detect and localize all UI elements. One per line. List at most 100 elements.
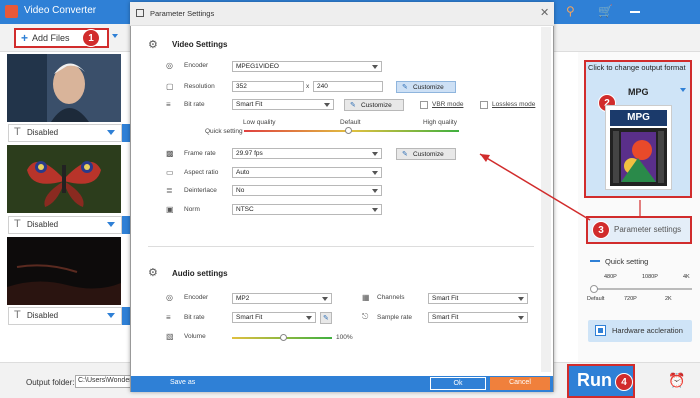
vbr-checkbox[interactable] (420, 101, 428, 109)
q-480-label: 480P (604, 274, 617, 280)
channels-value: Smart Fit (432, 295, 459, 302)
samplerate-select[interactable]: Smart Fit (428, 312, 528, 323)
audio-settings-heading: Audio settings (172, 269, 228, 278)
app-logo-icon (5, 5, 18, 18)
customize-label: Customize (361, 102, 392, 109)
minimize-icon[interactable] (630, 11, 640, 13)
chevron-down-icon (107, 130, 115, 135)
video-thumbnail[interactable] (7, 237, 121, 305)
chip-icon (595, 325, 606, 336)
chevron-down-icon (324, 103, 330, 107)
subtitle-dropdown[interactable]: T Disabled (8, 216, 122, 234)
q-default-label: Default (587, 296, 605, 302)
deinterlace-label: Deinterlace (184, 187, 217, 194)
norm-value: NTSC (236, 206, 254, 213)
chevron-down-icon (372, 208, 378, 212)
dialog-title-text: Parameter Settings (150, 9, 215, 18)
quality-slider-handle[interactable] (590, 285, 598, 293)
add-files-button[interactable]: + Add Files 1 (14, 28, 109, 48)
chevron-down-icon (107, 222, 115, 227)
step-badge-1: 1 (82, 29, 100, 47)
hardware-acceleration-label: Hardware accleration (612, 326, 683, 335)
quality-slider-track[interactable] (592, 288, 692, 290)
resolution-height-input[interactable]: 240 (313, 81, 383, 92)
quick-setting-icon (590, 260, 600, 262)
subtitle-value: Disabled (27, 220, 59, 229)
add-files-label: Add Files (32, 33, 70, 43)
plus-icon: + (21, 31, 29, 45)
channels-select[interactable]: Smart Fit (428, 293, 528, 304)
quick-setting-label: Quick setting (205, 128, 243, 135)
encoder-select[interactable]: MPEG1VIDEO (232, 61, 382, 72)
close-icon[interactable]: ✕ (540, 6, 549, 19)
chevron-down-icon (518, 316, 524, 320)
resolution-label: Resolution (184, 83, 215, 90)
text-icon: T (14, 309, 21, 321)
encoder-icon: ◎ (166, 61, 173, 70)
resolution-customize-button[interactable]: ✎ Customize (396, 81, 456, 93)
cart-icon[interactable]: 🛒 (598, 4, 613, 18)
subtitle-dropdown[interactable]: T Disabled (8, 307, 122, 325)
chevron-down-icon (372, 65, 378, 69)
bitrate-value: Smart Fit (236, 101, 263, 108)
resolution-icon: ▢ (166, 82, 174, 91)
chevron-down-icon[interactable] (680, 88, 686, 92)
pencil-icon: ✎ (402, 151, 408, 158)
item-stripe (122, 216, 130, 234)
framerate-icon: ▩ (166, 149, 174, 158)
resolution-width-input[interactable]: 352 (232, 81, 304, 92)
norm-icon: ▣ (166, 205, 174, 214)
aspect-ratio-icon: ▭ (166, 168, 174, 177)
deinterlace-value: No (236, 187, 245, 194)
q-2k-label: 2K (665, 296, 672, 302)
aspect-ratio-select[interactable]: Auto (232, 167, 382, 178)
subtitle-value: Disabled (27, 311, 59, 320)
framerate-customize-button[interactable]: ✎ Customize (396, 148, 456, 160)
output-folder-field[interactable]: C:\Users\WonderF (75, 375, 133, 388)
audio-encoder-icon: ◎ (166, 293, 173, 302)
dialog-title: Parameter Settings (130, 2, 554, 26)
hardware-acceleration-button[interactable]: Hardware accleration (588, 320, 692, 342)
run-button[interactable]: Run 4 (567, 364, 635, 398)
quality-slider-handle[interactable] (345, 127, 352, 134)
audio-bitrate-select[interactable]: Smart Fit (232, 312, 316, 323)
deinterlace-select[interactable]: No (232, 185, 382, 196)
lossless-checkbox[interactable] (480, 101, 488, 109)
high-quality-label: High quality (423, 119, 457, 126)
subtitle-dropdown[interactable]: T Disabled (8, 124, 122, 142)
audio-bitrate-label: Bit rate (184, 314, 205, 321)
pencil-icon: ✎ (402, 84, 408, 91)
vbr-label: VBR mode (432, 101, 464, 108)
volume-icon: ▧ (166, 332, 174, 341)
alarm-clock-icon[interactable]: ⏰ (668, 372, 685, 389)
video-thumbnail[interactable] (7, 54, 121, 122)
q-1080-label: 1080P (642, 274, 658, 280)
audio-bitrate-icon: ≡ (166, 313, 171, 322)
volume-label: Volume (184, 333, 206, 340)
encoder-value: MPEG1VIDEO (236, 63, 279, 70)
pencil-icon: ✎ (323, 315, 329, 322)
audio-encoder-label: Encoder (184, 294, 209, 301)
norm-select[interactable]: NTSC (232, 204, 382, 215)
settings-icon (136, 9, 144, 17)
q-720-label: 720P (624, 296, 637, 302)
customize-label: Customize (413, 151, 444, 158)
window-title: Video Converter (24, 5, 97, 16)
format-name: MPG (628, 87, 649, 97)
bitrate-customize-button[interactable]: ✎ Customize (344, 99, 404, 111)
ok-button[interactable]: Ok (430, 377, 486, 390)
bitrate-label: Bit rate (184, 101, 205, 108)
audio-encoder-select[interactable]: MP2 (232, 293, 332, 304)
framerate-select[interactable]: 29.97 fps (232, 148, 382, 159)
item-stripe (122, 124, 130, 142)
cancel-button[interactable]: Cancel (490, 377, 550, 390)
volume-slider-handle[interactable] (280, 334, 287, 341)
video-thumbnail[interactable] (7, 145, 121, 213)
channels-label: Channels (377, 294, 405, 301)
key-icon[interactable]: ⚲ (566, 4, 575, 18)
chevron-down-icon[interactable] (112, 34, 118, 38)
save-as-button[interactable]: Save as (170, 379, 195, 386)
encoder-label: Encoder (184, 62, 209, 69)
bitrate-select[interactable]: Smart Fit (232, 99, 334, 110)
audio-bitrate-edit-button[interactable]: ✎ (320, 312, 332, 324)
